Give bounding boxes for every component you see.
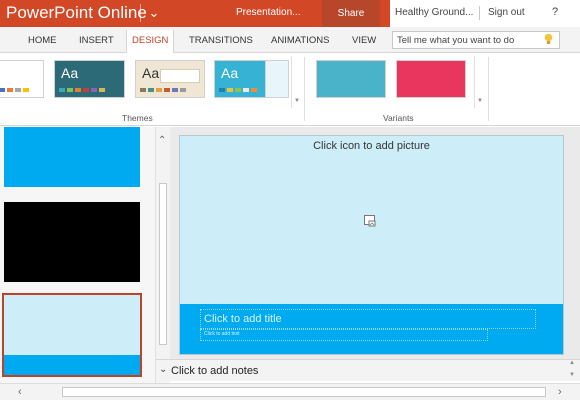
group-divider <box>488 57 489 121</box>
group-divider <box>304 57 305 121</box>
tab-view[interactable]: VIEW <box>352 35 376 46</box>
scroll-up-icon[interactable]: ▲ <box>569 360 575 366</box>
theme-preview-text: Aa <box>61 65 79 81</box>
more-variants-chevron-icon[interactable]: ▼ <box>477 98 483 104</box>
notes-placeholder[interactable]: Click to add notes <box>171 365 258 377</box>
tab-transitions[interactable]: TRANSITIONS <box>189 35 253 46</box>
theme-swatches <box>219 88 257 92</box>
app-title: PowerPoint Online <box>6 3 147 22</box>
title-divider-2 <box>479 6 480 20</box>
theme-preview-text: Aa <box>142 65 160 81</box>
brand-bar: PowerPoint Online ⌄ Presentation... Shar… <box>0 0 390 27</box>
share-button[interactable]: Share <box>322 0 380 27</box>
theme-cyan-edge <box>266 60 289 98</box>
themes-gallery-scroll[interactable]: ▼ <box>291 56 300 108</box>
title-band: Click to add title Click to add text <box>180 304 563 354</box>
horizontal-scroll-thumb[interactable] <box>62 387 546 397</box>
theme-office[interactable] <box>0 60 44 98</box>
notes-chevron-icon[interactable]: ⌄ <box>159 364 167 375</box>
picture-placeholder[interactable]: Click icon to add picture <box>180 140 563 152</box>
current-slide: Click icon to add picture Click to add t… <box>179 135 564 355</box>
scroll-right-chevron-icon[interactable]: › <box>558 386 562 398</box>
title-bar: PowerPoint Online ⌄ Presentation... Shar… <box>0 0 580 27</box>
slide-thumbnail-2[interactable] <box>4 202 140 282</box>
slide-thumbnail-1[interactable] <box>4 127 140 187</box>
notes-bar[interactable]: ⌄ Click to add notes <box>156 359 580 381</box>
theme-swatches <box>0 88 29 92</box>
horizontal-scrollbar[interactable]: ‹ › <box>0 383 580 400</box>
document-name[interactable]: Presentation... <box>236 7 300 18</box>
theme-dark-teal[interactable]: Aa <box>54 60 125 98</box>
title-placeholder[interactable]: Click to add title <box>200 309 536 329</box>
thumbnail-title-band <box>4 355 140 375</box>
lightbulb-icon <box>544 33 553 44</box>
help-button[interactable]: ? <box>552 6 558 18</box>
variant-crimson[interactable] <box>396 60 466 98</box>
theme-preview-text: Aa <box>221 65 239 81</box>
variants-group-label: Variants <box>383 113 414 123</box>
subtitle-placeholder[interactable]: Click to add text <box>200 329 488 341</box>
tab-home[interactable]: HOME <box>28 35 57 46</box>
scroll-up-chevron-icon[interactable]: ⌃ <box>158 135 166 146</box>
slide-thumbnail-3[interactable] <box>2 293 142 377</box>
ribbon-tabs: HOME INSERT DESIGN TRANSITIONS ANIMATION… <box>0 27 580 53</box>
scroll-left-chevron-icon[interactable]: ‹ <box>18 386 22 398</box>
tell-me-search-input[interactable]: Tell me what you want to do <box>392 31 560 49</box>
app-menu-chevron-icon[interactable]: ⌄ <box>147 3 161 23</box>
tab-insert[interactable]: INSERT <box>79 35 114 46</box>
title-divider <box>140 4 141 22</box>
theme-swatches <box>59 88 105 92</box>
theme-swatches <box>140 88 186 92</box>
picture-icon[interactable] <box>364 215 376 227</box>
tab-animations[interactable]: ANIMATIONS <box>271 35 329 46</box>
sign-out-link[interactable]: Sign out <box>488 7 525 18</box>
variants-gallery-scroll[interactable]: ▼ <box>474 56 483 108</box>
tab-design[interactable]: DESIGN <box>126 30 175 53</box>
slides-panel <box>0 127 155 383</box>
vertical-scroll-arrows[interactable]: ▲ ▼ <box>566 356 580 384</box>
user-name[interactable]: Healthy Ground... <box>395 7 473 18</box>
theme-paper[interactable]: Aa <box>135 60 205 98</box>
design-ribbon: Aa Aa Aa ▼ Themes ▼ Variants <box>0 53 580 126</box>
paper-graphic <box>160 69 200 83</box>
scrollbar-thumb[interactable] <box>159 183 167 345</box>
themes-group-label: Themes <box>122 113 153 123</box>
scroll-down-icon[interactable]: ▼ <box>569 372 575 378</box>
more-themes-chevron-icon[interactable]: ▼ <box>294 98 300 104</box>
variant-teal[interactable] <box>316 60 386 98</box>
theme-cyan[interactable]: Aa <box>214 60 266 98</box>
slides-panel-scrollbar[interactable]: ⌃ <box>155 127 170 383</box>
